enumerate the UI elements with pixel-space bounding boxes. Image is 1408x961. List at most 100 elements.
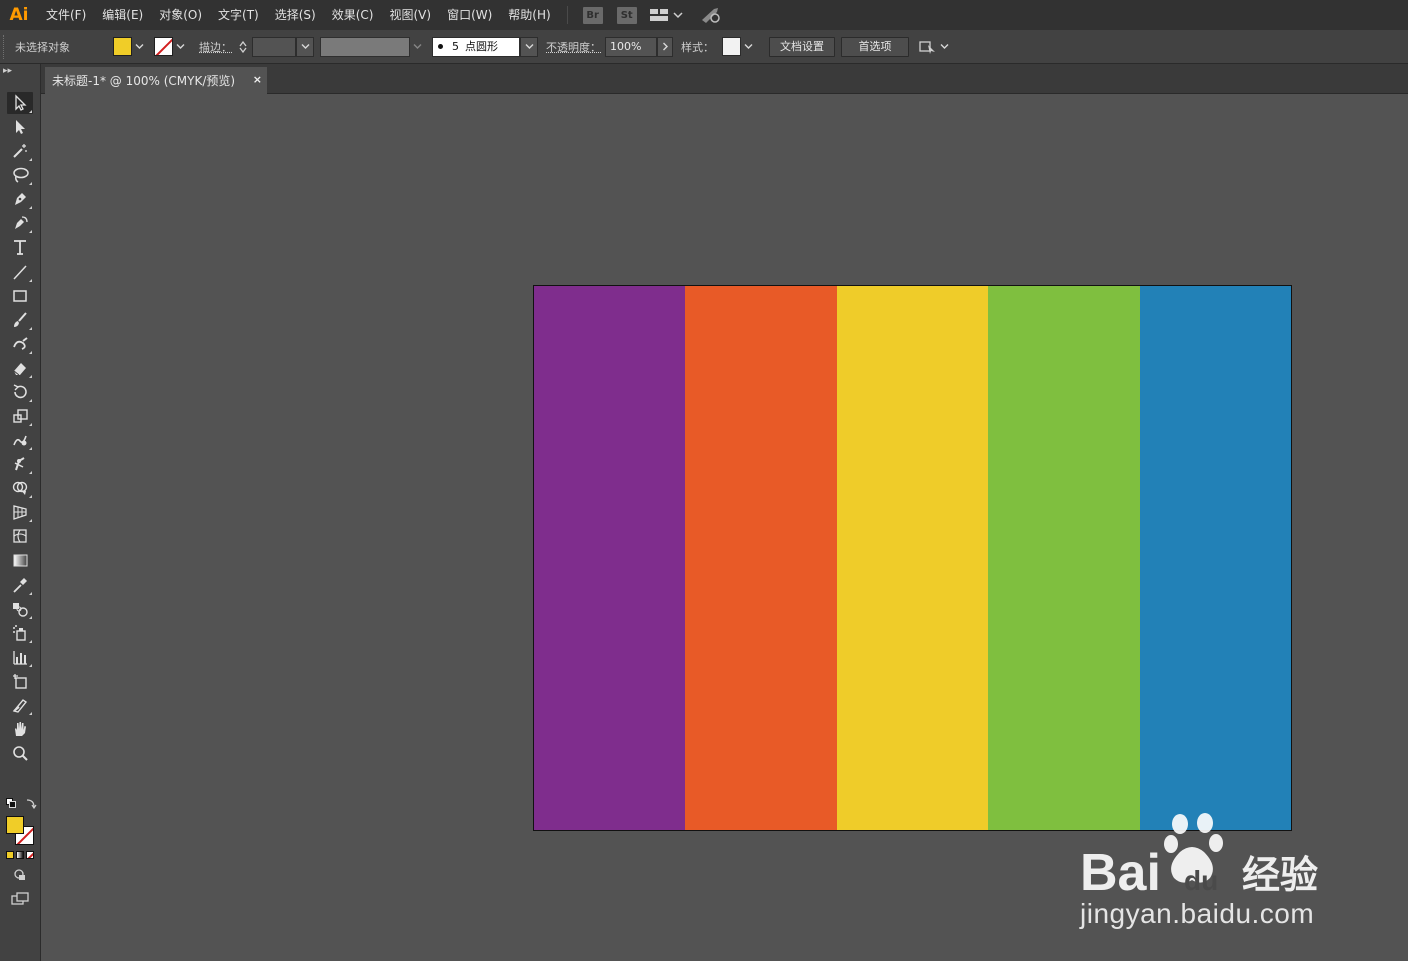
slice-tool-icon <box>12 699 28 713</box>
variable-width-dropdown[interactable] <box>410 37 424 57</box>
align-selection-icon <box>919 40 935 54</box>
default-colors-icon[interactable] <box>6 798 16 808</box>
type-tool-button[interactable] <box>7 236 33 258</box>
close-icon[interactable]: × <box>253 73 262 86</box>
stroke-swatch[interactable] <box>154 37 173 56</box>
document-setup-button[interactable]: 文档设置 <box>769 36 835 57</box>
draw-mode-icon[interactable] <box>13 868 27 885</box>
stroke-dropdown[interactable] <box>173 37 187 57</box>
scale-tool-button[interactable] <box>7 405 33 427</box>
gpu-performance-button[interactable] <box>699 6 721 24</box>
artboard-tool-button[interactable] <box>7 670 33 692</box>
perspective-grid-tool-button[interactable] <box>7 501 33 523</box>
variable-width-profile[interactable] <box>320 36 410 57</box>
pen-tool-icon <box>15 193 26 206</box>
fill-color-box[interactable] <box>6 816 24 834</box>
gradient-mode-icon[interactable] <box>16 851 24 859</box>
direct-selection-tool-button[interactable] <box>7 116 33 138</box>
stroke-weight-stepper[interactable] <box>236 37 250 57</box>
opacity-label[interactable]: 不透明度： <box>546 39 601 55</box>
brush-dot-icon <box>438 44 443 49</box>
brush-definition-field[interactable]: 5 点圆形 <box>432 36 520 57</box>
magic-wand-tool-button[interactable] <box>7 140 33 162</box>
rectangle-tool-icon <box>13 289 27 302</box>
none-mode-icon[interactable] <box>26 851 34 859</box>
color-stripe[interactable] <box>836 286 989 830</box>
color-stripe[interactable] <box>988 286 1140 830</box>
align-options-button[interactable] <box>919 39 949 55</box>
stroke-weight-dropdown[interactable] <box>296 36 314 57</box>
rectangle-tool-button[interactable] <box>7 285 33 307</box>
graphic-style-dropdown[interactable] <box>741 37 755 57</box>
menu-type[interactable]: 文字(T) <box>210 0 267 30</box>
lasso-tool-button[interactable] <box>7 164 33 186</box>
color-stripe[interactable] <box>1139 286 1292 830</box>
menu-effect[interactable]: 效果(C) <box>324 0 382 30</box>
fill-swatch[interactable] <box>113 37 132 56</box>
symbol-sprayer-tool-button[interactable] <box>7 622 33 644</box>
color-stripe[interactable] <box>534 286 686 830</box>
lasso-tool-icon <box>13 167 29 183</box>
brush-size-value: 5 <box>452 39 459 53</box>
type-tool-icon <box>14 240 26 256</box>
document-tab[interactable]: 未标题-1* @ 100% (CMYK/预览) × <box>45 67 267 94</box>
direct-selection-tool-icon <box>16 120 25 134</box>
stroke-weight-field[interactable] <box>252 36 296 57</box>
column-graph-tool-button[interactable] <box>7 646 33 668</box>
menu-window[interactable]: 窗口(W) <box>439 0 500 30</box>
pen-tool-button[interactable] <box>7 188 33 210</box>
warp-tool-button[interactable] <box>7 429 33 451</box>
chevron-down-icon <box>301 44 309 49</box>
opacity-expand[interactable] <box>657 36 673 57</box>
document-tab-title: 未标题-1* @ 100% (CMYK/预览) <box>52 74 236 88</box>
preferences-button[interactable]: 首选项 <box>841 36 909 57</box>
magic-wand-tool-icon <box>13 144 27 158</box>
graphic-style-swatch[interactable] <box>722 37 741 56</box>
slice-tool-button[interactable] <box>7 694 33 716</box>
rotate-tool-icon <box>13 384 27 399</box>
brush-dropdown[interactable] <box>520 36 538 57</box>
line-segment-tool-button[interactable] <box>7 261 33 283</box>
menu-object[interactable]: 对象(O) <box>151 0 210 30</box>
control-bar-grip[interactable] <box>3 34 9 59</box>
paintbrush-tool-button[interactable] <box>7 309 33 331</box>
menu-select[interactable]: 选择(S) <box>267 0 324 30</box>
shaper-tool-button[interactable] <box>7 333 33 355</box>
paintbrush-tool-icon <box>14 312 27 327</box>
shape-builder-tool-button[interactable] <box>7 477 33 499</box>
swap-fill-stroke-icon[interactable] <box>25 797 37 812</box>
bridge-button[interactable]: Br <box>582 6 603 24</box>
puppet-warp-tool-button[interactable] <box>7 453 33 475</box>
mesh-tool-button[interactable] <box>7 525 33 547</box>
arrange-documents-button[interactable] <box>649 8 683 22</box>
eyedropper-tool-button[interactable] <box>7 574 33 596</box>
curvature-tool-icon <box>15 216 28 230</box>
panel-collapse-icon[interactable]: ▸▸ <box>3 66 12 76</box>
screen-mode-icon[interactable] <box>11 892 29 909</box>
column-graph-tool-icon <box>13 650 27 665</box>
stock-button[interactable]: St <box>616 6 637 24</box>
hand-tool-button[interactable] <box>7 718 33 740</box>
menu-edit[interactable]: 编辑(E) <box>94 0 151 30</box>
selection-tool-button[interactable] <box>7 92 33 114</box>
hand-tool-icon <box>15 722 26 737</box>
blend-tool-button[interactable] <box>7 598 33 620</box>
rotate-tool-button[interactable] <box>7 381 33 403</box>
menu-view[interactable]: 视图(V) <box>381 0 439 30</box>
artboard[interactable] <box>533 285 1292 831</box>
color-mode-icon[interactable] <box>6 851 14 859</box>
eraser-tool-button[interactable] <box>7 357 33 379</box>
fill-dropdown[interactable] <box>132 37 146 57</box>
gradient-tool-button[interactable] <box>7 549 33 571</box>
perspective-grid-tool-icon <box>13 505 27 521</box>
opacity-field[interactable]: 100% <box>605 36 657 57</box>
zoom-tool-button[interactable] <box>7 742 33 764</box>
stroke-label[interactable]: 描边： <box>199 39 232 55</box>
scale-tool-icon <box>13 409 28 423</box>
color-stripe[interactable] <box>685 286 837 830</box>
menu-file[interactable]: 文件(F) <box>38 0 94 30</box>
menu-help[interactable]: 帮助(H) <box>500 0 558 30</box>
chevron-down-icon <box>413 44 421 49</box>
selection-tool-icon <box>15 94 27 111</box>
curvature-tool-button[interactable] <box>7 212 33 234</box>
